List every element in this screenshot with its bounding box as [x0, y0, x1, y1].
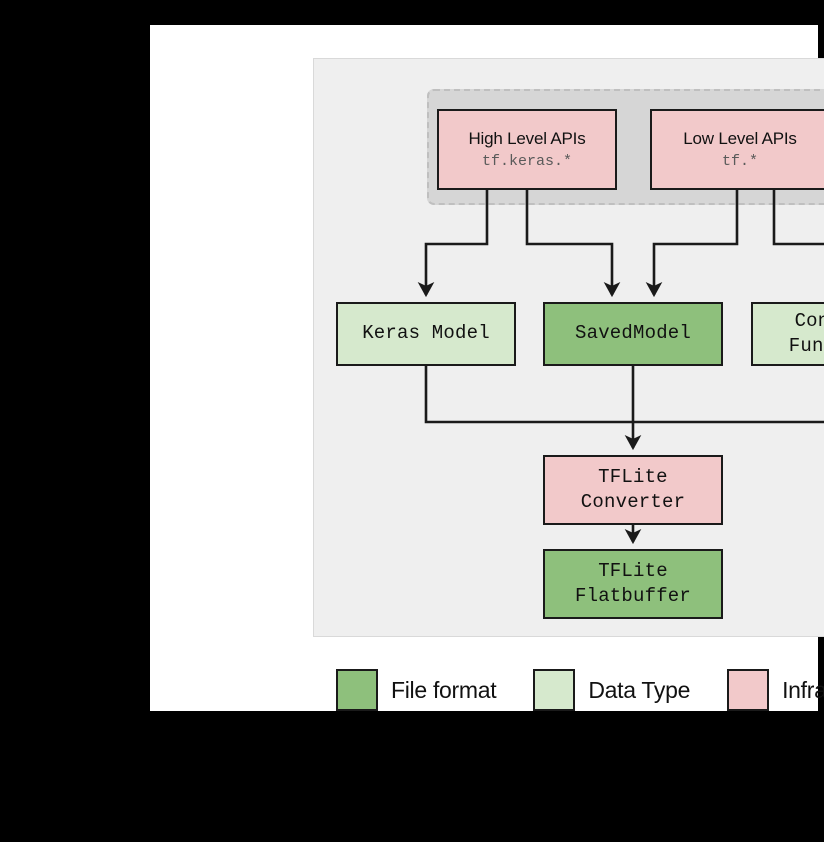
- legend-swatch-file-format: [336, 669, 378, 711]
- node-saved-model-label: SavedModel: [574, 322, 692, 345]
- node-concrete-functions[interactable]: Concrete Functions: [751, 302, 824, 366]
- node-low-level-apis-subtitle: tf.*: [721, 152, 758, 170]
- legend-label-data-type: Data Type: [588, 676, 691, 703]
- page-sheet: High Level APIs tf.keras.* Low Level API…: [150, 25, 824, 711]
- node-high-level-apis-subtitle: tf.keras.*: [481, 152, 572, 170]
- node-keras-model-label: Keras Model: [362, 322, 490, 345]
- node-saved-model[interactable]: SavedModel: [543, 302, 723, 366]
- legend: File format Data Type Infrastructure: [336, 668, 824, 712]
- node-tflite-converter[interactable]: TFLite Converter: [543, 455, 723, 525]
- node-high-level-apis-title: High Level APIs: [468, 128, 586, 148]
- node-concrete-functions-label: Concrete Functions: [788, 309, 824, 357]
- legend-item-file-format: File format: [336, 669, 497, 711]
- legend-swatch-data-type: [533, 669, 576, 711]
- node-tflite-converter-label: TFLite Converter: [580, 465, 686, 513]
- legend-label-infrastructure: Infrastructure: [782, 676, 824, 703]
- legend-item-infrastructure: Infrastructure: [727, 669, 824, 711]
- legend-swatch-infrastructure: [727, 669, 770, 711]
- node-tflite-flatbuffer[interactable]: TFLite Flatbuffer: [543, 549, 723, 619]
- node-high-level-apis[interactable]: High Level APIs tf.keras.*: [437, 109, 617, 190]
- node-low-level-apis-title: Low Level APIs: [683, 128, 797, 148]
- node-tflite-flatbuffer-label: TFLite Flatbuffer: [574, 559, 692, 607]
- node-low-level-apis[interactable]: Low Level APIs tf.*: [650, 109, 824, 190]
- node-keras-model[interactable]: Keras Model: [336, 302, 516, 366]
- legend-item-data-type: Data Type: [533, 669, 690, 711]
- legend-label-file-format: File format: [391, 676, 497, 703]
